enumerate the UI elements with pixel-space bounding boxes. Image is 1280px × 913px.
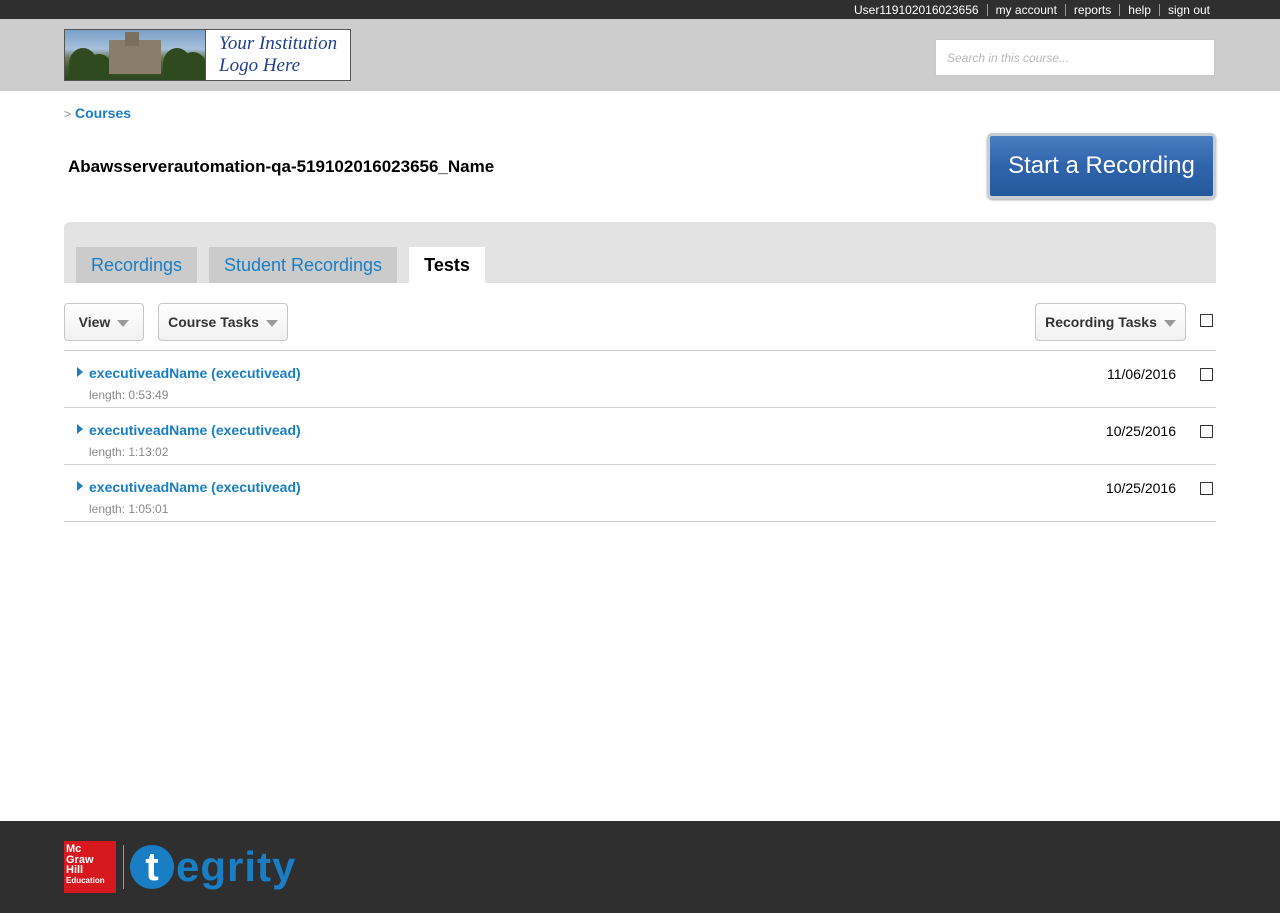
footer-divider: [123, 845, 124, 889]
help-link[interactable]: help: [1128, 3, 1151, 17]
logo-text: Your Institution Logo Here: [205, 30, 350, 80]
header: Your Institution Logo Here: [0, 19, 1280, 91]
recording-date: 10/25/2016: [1105, 423, 1176, 439]
course-search-input[interactable]: [935, 39, 1215, 76]
recording-row: executiveadName (executivead) length: 0:…: [64, 351, 1216, 408]
recording-length: length: 0:53:49: [89, 388, 169, 402]
course-tasks-label: Course Tasks: [168, 314, 259, 330]
recording-checkbox[interactable]: [1200, 482, 1213, 495]
institution-logo: Your Institution Logo Here: [64, 29, 351, 81]
recording-length: length: 1:13:02: [89, 445, 169, 459]
recording-checkbox[interactable]: [1200, 425, 1213, 438]
recording-title-link[interactable]: executiveadName (executivead): [89, 422, 301, 438]
divider: [64, 521, 1216, 522]
select-all-checkbox[interactable]: [1200, 314, 1213, 327]
view-dropdown[interactable]: View: [64, 303, 144, 341]
logo-text-line2: Logo Here: [219, 55, 301, 76]
tab-student-recordings[interactable]: Student Recordings: [209, 247, 397, 283]
expand-arrow-icon[interactable]: [77, 424, 83, 434]
recording-checkbox[interactable]: [1200, 368, 1213, 381]
caret-down-icon: [1163, 319, 1176, 327]
logo-text-line1: Your Institution: [219, 33, 338, 54]
tab-bar: Recordings Student Recordings Tests: [64, 222, 1216, 283]
my-account-link[interactable]: my account: [996, 3, 1057, 17]
tegrity-logo: t egrity: [130, 839, 296, 895]
expand-arrow-icon[interactable]: [77, 481, 83, 491]
recording-length: length: 1:05:01: [89, 502, 169, 516]
breadcrumb-separator: >: [64, 107, 72, 121]
recording-row: executiveadName (executivead) length: 1:…: [64, 465, 1216, 522]
view-label: View: [78, 314, 111, 330]
tegrity-wordmark: egrity: [176, 843, 297, 890]
recording-date: 11/06/2016: [1106, 366, 1176, 382]
mcgraw-hill-logo: Mc Graw Hill Education: [64, 841, 116, 893]
course-title: Abawsserverautomation-qa-519102016023656…: [68, 157, 495, 176]
sign-out-link[interactable]: sign out: [1168, 3, 1210, 17]
caret-down-icon: [265, 319, 278, 327]
recording-title-link[interactable]: executiveadName (executivead): [89, 479, 301, 495]
username-label: User119102016023656: [854, 2, 979, 17]
start-recording-button[interactable]: Start a Recording: [987, 133, 1216, 199]
breadcrumb: > Courses: [64, 105, 131, 121]
recording-tasks-label: Recording Tasks: [1045, 314, 1157, 330]
reports-link[interactable]: reports: [1074, 3, 1111, 17]
recording-row: executiveadName (executivead) length: 1:…: [64, 408, 1216, 465]
recording-tasks-dropdown[interactable]: Recording Tasks: [1035, 303, 1186, 341]
top-bar: User119102016023656 my account reports h…: [0, 0, 1280, 19]
tab-tests[interactable]: Tests: [409, 247, 485, 283]
recording-date: 10/25/2016: [1105, 480, 1176, 496]
tegrity-t-mark: t: [130, 845, 174, 889]
user-nav: User119102016023656 my account reports h…: [846, 0, 1218, 19]
course-tasks-dropdown[interactable]: Course Tasks: [158, 303, 288, 341]
expand-arrow-icon[interactable]: [77, 367, 83, 377]
campus-photo: [65, 30, 205, 80]
footer: Mc Graw Hill Education t egrity: [0, 821, 1280, 913]
breadcrumb-courses-link[interactable]: Courses: [75, 105, 131, 121]
caret-down-icon: [117, 319, 130, 327]
recording-title-link[interactable]: executiveadName (executivead): [89, 365, 301, 381]
tab-recordings[interactable]: Recordings: [76, 247, 197, 283]
